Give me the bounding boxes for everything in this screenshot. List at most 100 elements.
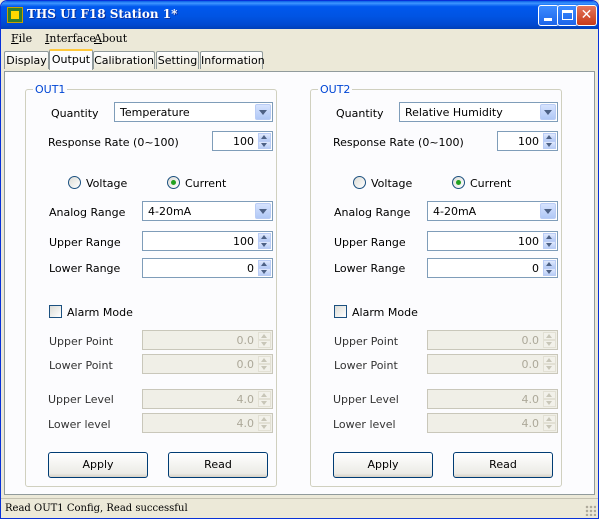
out2-analog-range-dropdown-icon[interactable]: [540, 203, 556, 219]
spin-up-icon[interactable]: [543, 356, 556, 364]
maximize-button[interactable]: [557, 5, 578, 26]
out1-lower-level-arrows[interactable]: [258, 415, 271, 431]
out2-upper-point-arrows[interactable]: [543, 332, 556, 348]
out1-lower-point-arrows[interactable]: [258, 356, 271, 372]
tab-calibration[interactable]: Calibration: [93, 51, 155, 69]
spin-down-icon[interactable]: [258, 241, 271, 249]
out2-alarm-mode-label: Alarm Mode: [352, 306, 418, 319]
out1-lower-range-arrows[interactable]: [258, 260, 271, 276]
out1-analog-range-select[interactable]: 4-20mA: [142, 201, 273, 221]
out1-quantity-select[interactable]: Temperature: [114, 102, 273, 122]
spin-up-icon[interactable]: [258, 260, 271, 268]
close-button[interactable]: ✕: [576, 5, 597, 26]
out2-lower-point-arrows[interactable]: [543, 356, 556, 372]
resize-grip-icon[interactable]: [585, 505, 596, 516]
out2-response-rate-spinner[interactable]: 100: [497, 131, 558, 151]
out1-legend: OUT1: [33, 83, 68, 96]
out2-analog-range-select[interactable]: 4-20mA: [427, 201, 558, 221]
out1-lower-range-spinner[interactable]: 0: [142, 258, 273, 278]
out2-quantity-select[interactable]: Relative Humidity: [399, 102, 558, 122]
out2-read-button[interactable]: Read: [453, 452, 553, 478]
spin-down-icon[interactable]: [543, 268, 556, 276]
tab-output[interactable]: Output: [49, 49, 93, 70]
out2-current-radio[interactable]: [452, 176, 465, 189]
spin-up-icon[interactable]: [258, 233, 271, 241]
out2-upper-range-spinner[interactable]: 100: [427, 231, 558, 251]
out2-voltage-radio[interactable]: [353, 176, 366, 189]
title-bar[interactable]: THS UI F18 Station 1* ✕: [1, 1, 598, 29]
menu-interface[interactable]: Interface: [45, 32, 96, 45]
out1-current-radio[interactable]: [167, 176, 180, 189]
spin-up-icon[interactable]: [543, 415, 556, 423]
out1-apply-button[interactable]: Apply: [48, 452, 148, 478]
out2-lower-range-arrows[interactable]: [543, 260, 556, 276]
spin-up-icon[interactable]: [258, 391, 271, 399]
out2-lower-level-arrows[interactable]: [543, 415, 556, 431]
out2-quantity-dropdown-icon[interactable]: [540, 104, 556, 120]
out1-lower-level-spinner[interactable]: 4.0: [142, 413, 273, 433]
tab-display[interactable]: Display: [4, 51, 49, 69]
out2-upper-level-spinner[interactable]: 4.0: [427, 389, 558, 409]
spin-down-icon[interactable]: [543, 423, 556, 431]
spin-up-icon[interactable]: [543, 260, 556, 268]
spin-up-icon[interactable]: [543, 133, 556, 141]
menu-about[interactable]: About: [94, 32, 127, 45]
spin-up-icon[interactable]: [543, 332, 556, 340]
out2-response-rate-label: Response Rate (0~100): [333, 136, 464, 149]
out1-analog-range-dropdown-icon[interactable]: [255, 203, 271, 219]
spin-down-icon[interactable]: [258, 399, 271, 407]
spin-up-icon[interactable]: [258, 332, 271, 340]
out2-lower-level-spinner[interactable]: 4.0: [427, 413, 558, 433]
spin-down-icon[interactable]: [543, 364, 556, 372]
out1-read-button[interactable]: Read: [168, 452, 268, 478]
out2-alarm-mode-checkbox[interactable]: [334, 305, 347, 318]
spin-up-icon[interactable]: [543, 391, 556, 399]
spin-up-icon[interactable]: [258, 415, 271, 423]
out1-response-rate-label: Response Rate (0~100): [48, 136, 179, 149]
out1-upper-level-spinner[interactable]: 4.0: [142, 389, 273, 409]
out2-lower-point-spinner[interactable]: 0.0: [427, 354, 558, 374]
out1-lower-point-spinner[interactable]: 0.0: [142, 354, 273, 374]
spin-down-icon[interactable]: [543, 399, 556, 407]
out2-upper-range-arrows[interactable]: [543, 233, 556, 249]
out1-lower-level-value: 4.0: [236, 417, 255, 430]
out1-upper-point-spinner[interactable]: 0.0: [142, 330, 273, 350]
tab-information[interactable]: Information: [200, 51, 265, 69]
out1-response-rate-arrows[interactable]: [258, 133, 271, 149]
out2-apply-button[interactable]: Apply: [333, 452, 433, 478]
out2-lower-level-value: 4.0: [521, 417, 540, 430]
out2-upper-point-value: 0.0: [521, 334, 540, 347]
out1-lower-point-value: 0.0: [236, 358, 255, 371]
out1-analog-range-label: Analog Range: [49, 206, 126, 219]
out2-lower-range-spinner[interactable]: 0: [427, 258, 558, 278]
out1-upper-point-arrows[interactable]: [258, 332, 271, 348]
out1-upper-range-arrows[interactable]: [258, 233, 271, 249]
out1-quantity-dropdown-icon[interactable]: [255, 104, 271, 120]
spin-down-icon[interactable]: [258, 340, 271, 348]
out2-group: OUT2 Quantity Relative Humidity Response…: [310, 83, 562, 487]
out1-upper-level-arrows[interactable]: [258, 391, 271, 407]
out2-upper-level-arrows[interactable]: [543, 391, 556, 407]
menu-file[interactable]: File: [11, 32, 32, 45]
out1-response-rate-spinner[interactable]: 100: [212, 131, 273, 151]
spin-down-icon[interactable]: [543, 141, 556, 149]
spin-down-icon[interactable]: [258, 423, 271, 431]
spin-down-icon[interactable]: [543, 241, 556, 249]
out2-upper-point-spinner[interactable]: 0.0: [427, 330, 558, 350]
minimize-button[interactable]: [538, 5, 559, 26]
out1-voltage-radio[interactable]: [68, 176, 81, 189]
spin-up-icon[interactable]: [258, 356, 271, 364]
spin-up-icon[interactable]: [258, 133, 271, 141]
spin-down-icon[interactable]: [258, 268, 271, 276]
out1-alarm-mode-checkbox[interactable]: [49, 305, 62, 318]
spin-down-icon[interactable]: [258, 141, 271, 149]
out1-upper-point-label: Upper Point: [49, 335, 114, 348]
spin-down-icon[interactable]: [258, 364, 271, 372]
spin-up-icon[interactable]: [543, 233, 556, 241]
out1-upper-range-spinner[interactable]: 100: [142, 231, 273, 251]
spin-down-icon[interactable]: [543, 340, 556, 348]
out2-current-label: Current: [470, 177, 512, 190]
tab-setting[interactable]: Setting: [156, 51, 199, 69]
out2-response-rate-arrows[interactable]: [543, 133, 556, 149]
out1-voltage-label: Voltage: [86, 177, 128, 190]
